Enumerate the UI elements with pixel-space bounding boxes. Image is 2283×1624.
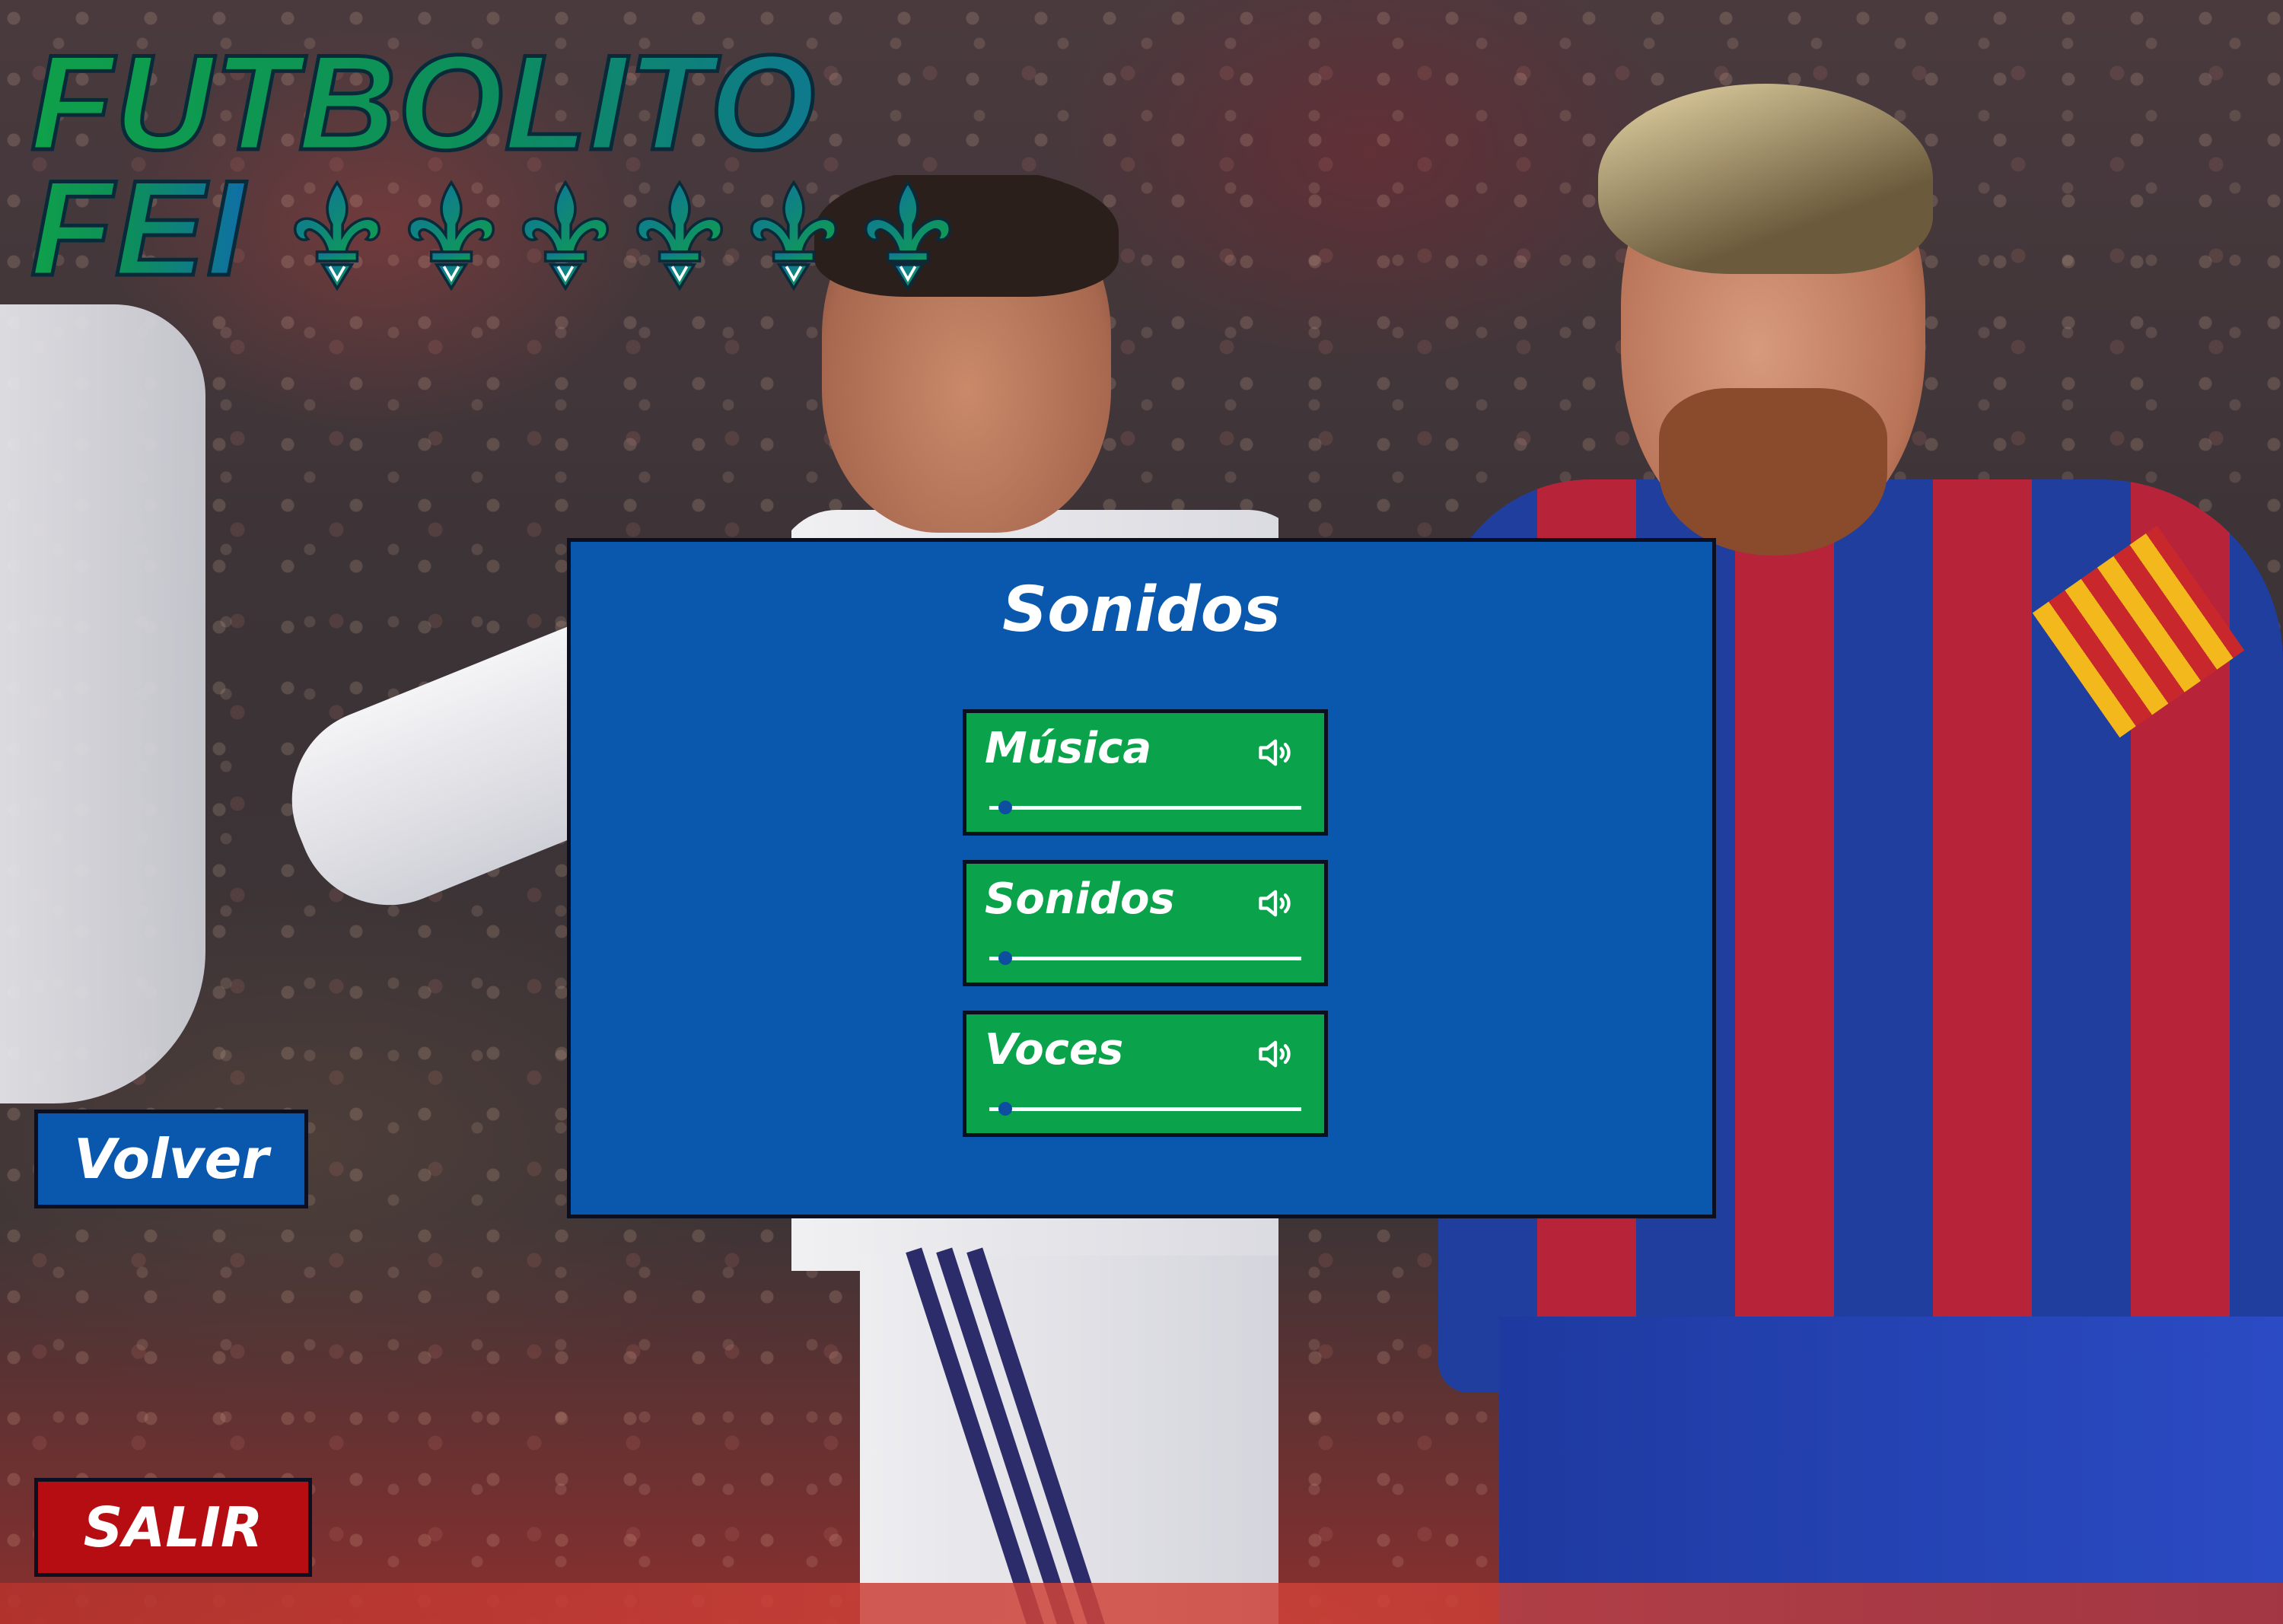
fleur-de-lis-icon xyxy=(406,179,497,293)
game-logo: FUTBOLITO FEI xyxy=(29,33,989,308)
fleur-de-lis-icon xyxy=(748,179,839,293)
volume-label-sounds: Sonidos xyxy=(985,874,1175,924)
panel-title: Sonidos xyxy=(1002,574,1281,646)
speaker-icon[interactable] xyxy=(1256,884,1295,923)
fleur-de-lis-row xyxy=(291,179,954,293)
slider-track xyxy=(989,1107,1301,1111)
fleur-de-lis-icon xyxy=(520,179,611,293)
fleur-de-lis-icon xyxy=(862,179,954,293)
logo-title-line1: FUTBOLITO xyxy=(29,33,989,172)
fleur-de-lis-icon xyxy=(291,179,383,293)
pitch-edge xyxy=(0,1583,2283,1624)
volume-slider-voices[interactable] xyxy=(989,1100,1301,1118)
slider-track xyxy=(989,957,1301,960)
volume-slider-sounds[interactable] xyxy=(989,949,1301,967)
logo-title-line2: FEI xyxy=(29,152,247,304)
slider-knob[interactable] xyxy=(998,801,1012,814)
exit-button[interactable]: SALIR xyxy=(34,1478,312,1577)
slider-knob[interactable] xyxy=(998,951,1012,965)
slider-track xyxy=(989,806,1301,810)
volume-label-music: Música xyxy=(985,724,1152,773)
volume-card-sounds: Sonidos xyxy=(963,860,1328,986)
speaker-icon[interactable] xyxy=(1256,733,1295,772)
speaker-icon[interactable] xyxy=(1256,1034,1295,1074)
volume-label-voices: Voces xyxy=(985,1025,1124,1075)
sound-settings-panel: Sonidos Música Sonidos Voces xyxy=(567,538,1716,1218)
volume-card-voices: Voces xyxy=(963,1011,1328,1137)
back-button[interactable]: Volver xyxy=(34,1110,308,1208)
player-left-edge xyxy=(0,304,205,1103)
slider-knob[interactable] xyxy=(998,1102,1012,1116)
volume-slider-music[interactable] xyxy=(989,798,1301,817)
fleur-de-lis-icon xyxy=(634,179,725,293)
volume-card-music: Música xyxy=(963,709,1328,836)
